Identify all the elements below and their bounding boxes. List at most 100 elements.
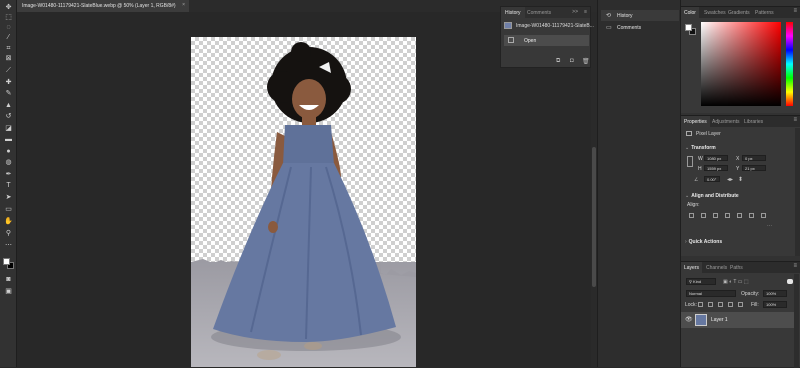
width-label: W: [698, 156, 703, 162]
x-field[interactable]: 0 px: [742, 155, 766, 161]
camera-icon[interactable]: ◘: [570, 58, 574, 64]
tab-layers[interactable]: Layers: [681, 262, 703, 273]
align-section-header[interactable]: ⌄ Align and Distribute: [685, 193, 739, 199]
blend-mode-select[interactable]: Normal: [686, 290, 736, 297]
magic-wand-icon[interactable]: ⁄: [4, 33, 13, 42]
quick-mask-icon[interactable]: ◙: [4, 275, 13, 284]
brush-icon[interactable]: ✎: [4, 89, 13, 98]
x-label: X: [736, 156, 740, 162]
panel-menu-icon[interactable]: ≡: [793, 263, 797, 269]
align-middle-icon[interactable]: [737, 213, 742, 218]
type-icon[interactable]: T: [4, 181, 13, 190]
tab-patterns[interactable]: Patterns: [752, 7, 777, 18]
panel-menu-icon[interactable]: ≡: [584, 9, 587, 15]
foreground-color-swatch[interactable]: [685, 24, 692, 31]
eraser-icon[interactable]: ◪: [4, 124, 13, 133]
collapsed-panel-column: ⟲ History ▭ Comments: [597, 0, 681, 367]
document-tab[interactable]: Image-W01480-11179421-SlateBlue.webp @ 5…: [17, 0, 189, 12]
rectangle-icon[interactable]: ▭: [4, 205, 13, 214]
color-saturation-field[interactable]: [701, 22, 781, 106]
tab-properties[interactable]: Properties: [681, 116, 710, 127]
tab-paths[interactable]: Paths: [727, 262, 746, 273]
lock-position-icon[interactable]: [718, 302, 723, 307]
color-panel: Color Swatches Gradients Patterns ≡: [681, 6, 800, 113]
comments-collapsed-button[interactable]: ▭ Comments: [601, 22, 679, 33]
lasso-icon[interactable]: ◌: [4, 23, 13, 32]
distribute-icon[interactable]: [761, 213, 766, 218]
align-left-icon[interactable]: [689, 213, 694, 218]
tab-libraries[interactable]: Libraries: [741, 116, 766, 127]
move-icon[interactable]: ✥: [4, 3, 13, 12]
gradient-icon[interactable]: ▬: [4, 135, 13, 144]
foreground-color-swatch[interactable]: [3, 258, 10, 265]
expand-icon[interactable]: >>: [572, 9, 578, 15]
flip-vertical-icon[interactable]: ⬍: [738, 176, 743, 183]
tab-gradients[interactable]: Gradients: [725, 7, 753, 18]
trash-icon[interactable]: 🗑: [582, 58, 590, 65]
frame-icon[interactable]: ⊠: [4, 54, 13, 63]
lock-artboard-icon[interactable]: [728, 302, 733, 307]
blur-icon[interactable]: ●: [4, 147, 13, 156]
screen-mode-icon[interactable]: ▣: [4, 287, 13, 296]
link-dimensions-icon[interactable]: [687, 156, 693, 167]
zoom-icon[interactable]: ⚲: [4, 229, 13, 238]
history-snapshot[interactable]: Image-W01480-11179421-SlateB...: [504, 21, 594, 31]
dodge-icon[interactable]: ◍: [4, 158, 13, 167]
hue-slider[interactable]: [786, 22, 793, 106]
y-label: Y: [736, 166, 740, 172]
layer-type-label: Pixel Layer: [696, 131, 721, 137]
pen-icon[interactable]: ✒: [4, 170, 13, 179]
comments-icon: ▭: [606, 25, 612, 31]
quick-actions-section-header[interactable]: › Quick Actions: [685, 239, 722, 245]
scroll-thumb[interactable]: [592, 147, 596, 287]
properties-scrollbar[interactable]: [795, 128, 800, 256]
more-tools-icon[interactable]: ⋯: [4, 241, 13, 250]
history-brush-icon[interactable]: ↺: [4, 112, 13, 121]
document-canvas[interactable]: [191, 37, 416, 367]
align-right-icon[interactable]: [713, 213, 718, 218]
snapshot-thumbnail: [504, 22, 512, 29]
layer-row[interactable]: 👁 Layer 1: [681, 312, 794, 328]
lock-all-icon[interactable]: [738, 302, 743, 307]
eye-icon[interactable]: 👁: [685, 316, 693, 323]
panel-menu-icon[interactable]: ≡: [793, 8, 797, 14]
filter-type-icons[interactable]: ▣ ◐ T ▭ ⬚: [723, 279, 749, 285]
height-field[interactable]: 1559 px: [704, 165, 728, 171]
more-options-icon[interactable]: ···: [767, 223, 772, 229]
history-state-row[interactable]: Open: [504, 35, 589, 46]
opacity-field[interactable]: 100%: [763, 290, 787, 297]
new-document-from-state-icon[interactable]: ⧉: [556, 58, 560, 65]
layer-filter-select[interactable]: ⚲ Kind: [686, 278, 716, 285]
path-selection-icon[interactable]: ➤: [4, 193, 13, 202]
align-bottom-icon[interactable]: [749, 213, 754, 218]
lock-transparent-icon[interactable]: [698, 302, 703, 307]
angle-field[interactable]: 0.00°: [704, 176, 720, 182]
lock-pixels-icon[interactable]: [708, 302, 713, 307]
layers-scrollbar[interactable]: [794, 274, 799, 368]
tab-color[interactable]: Color: [681, 7, 699, 18]
y-field[interactable]: 21 px: [742, 165, 766, 171]
fill-label: Fill:: [751, 302, 759, 308]
close-icon[interactable]: ×: [182, 2, 185, 8]
tab-adjustments[interactable]: Adjustments: [709, 116, 743, 127]
healing-brush-icon[interactable]: ✚: [4, 78, 13, 87]
layer-thumbnail: [695, 314, 707, 326]
opacity-label: Opacity:: [741, 291, 760, 297]
tab-history[interactable]: History: [501, 7, 525, 18]
fill-field[interactable]: 100%: [763, 301, 787, 308]
flip-horizontal-icon[interactable]: ◂▸: [727, 176, 733, 183]
tab-comments[interactable]: Comments: [523, 7, 555, 18]
crop-icon[interactable]: ⌗: [4, 44, 13, 53]
filter-toggle-icon[interactable]: [787, 279, 793, 284]
history-collapsed-button[interactable]: ⟲ History: [601, 10, 679, 21]
width-field[interactable]: 1080 px: [704, 155, 728, 161]
clone-stamp-icon[interactable]: ▲: [4, 101, 13, 110]
hand-icon[interactable]: ✋: [4, 217, 13, 226]
eyedropper-icon[interactable]: ⟋: [4, 66, 13, 75]
align-top-icon[interactable]: [725, 213, 730, 218]
marquee-icon[interactable]: ⬚: [4, 13, 13, 22]
align-center-icon[interactable]: [701, 213, 706, 218]
transform-section-header[interactable]: ⌄ Transform: [685, 145, 716, 151]
panel-menu-icon[interactable]: ≡: [793, 117, 797, 123]
history-panel: History Comments >> ≡ Image-W01480-11179…: [500, 6, 594, 68]
